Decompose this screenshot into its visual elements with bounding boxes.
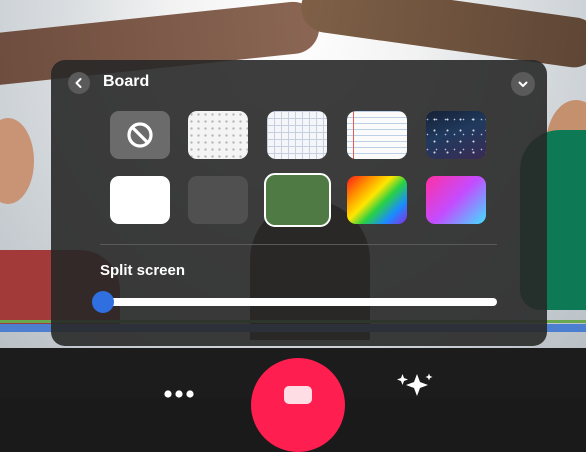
person-left [0, 118, 34, 204]
split-screen-slider[interactable] [92, 291, 497, 313]
record-icon [284, 386, 312, 404]
background-white-tile[interactable] [110, 176, 170, 224]
back-button[interactable] [68, 72, 90, 94]
effects-icon[interactable] [394, 372, 438, 398]
record-button[interactable] [251, 358, 345, 452]
slider-handle[interactable] [92, 291, 114, 313]
no-background-icon [127, 122, 153, 148]
divider [100, 244, 497, 245]
chevron-down-icon [518, 81, 528, 87]
background-gray-tile[interactable] [188, 176, 248, 224]
split-screen-label: Split screen [100, 262, 186, 279]
background-lined-tile[interactable] [347, 111, 407, 159]
background-pink-gradient-tile[interactable] [426, 176, 486, 224]
panel-title: Board [103, 73, 150, 90]
board-panel: Board Split screen [51, 60, 547, 346]
background-grid-tile[interactable] [267, 111, 327, 159]
background-rainbow-tile[interactable] [347, 176, 407, 224]
background-space-tile[interactable] [426, 111, 486, 159]
background-green-tile[interactable] [264, 173, 331, 227]
dots-menu-icon[interactable] [163, 390, 203, 398]
back-icon [75, 78, 82, 88]
collapse-button[interactable] [511, 72, 535, 96]
background-none-tile[interactable] [110, 111, 170, 159]
background-dots-tile[interactable] [188, 111, 248, 159]
